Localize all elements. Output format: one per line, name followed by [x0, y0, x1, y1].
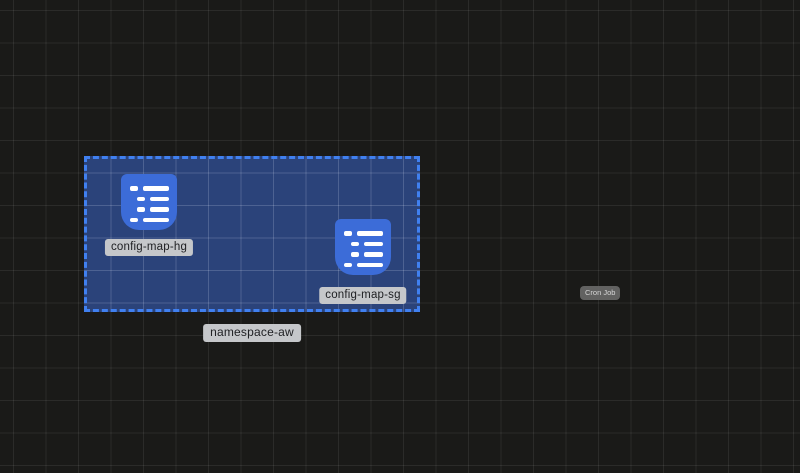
cron-job-label[interactable]: Cron Job: [580, 286, 620, 300]
config-map-icon-glyph-row: [130, 218, 169, 223]
glyph-line: [150, 207, 169, 212]
glyph-dash: [137, 197, 145, 202]
config-map-icon-glyph-row: [130, 186, 169, 191]
node-label[interactable]: config-map-sg: [319, 287, 406, 304]
glyph-dash: [130, 218, 138, 223]
glyph-line: [357, 263, 383, 268]
diagram-canvas[interactable]: config-map-hg: [0, 0, 800, 473]
config-map-icon-glyph-row: [344, 231, 383, 236]
glyph-dash: [344, 263, 352, 268]
node-config-map-hg[interactable]: config-map-hg: [121, 174, 177, 230]
glyph-dash: [137, 207, 145, 212]
glyph-dash: [130, 186, 138, 191]
glyph-line: [364, 242, 383, 247]
config-map-icon[interactable]: [335, 219, 391, 275]
config-map-icon[interactable]: [121, 174, 177, 230]
glyph-line: [143, 218, 169, 223]
glyph-line: [143, 186, 169, 191]
config-map-icon-glyph-row: [130, 197, 169, 202]
config-map-icon-glyph-row: [130, 207, 169, 212]
glyph-line: [364, 252, 383, 257]
glyph-line: [357, 231, 383, 236]
config-map-icon-glyph-row: [344, 242, 383, 247]
namespace-group[interactable]: config-map-hg: [84, 156, 420, 312]
node-config-map-sg[interactable]: config-map-sg: [335, 219, 391, 275]
glyph-line: [150, 197, 169, 202]
glyph-dash: [344, 231, 352, 236]
glyph-dash: [351, 252, 359, 257]
config-map-icon-glyph-row: [344, 263, 383, 268]
namespace-label[interactable]: namespace-aw: [203, 324, 301, 342]
glyph-dash: [351, 242, 359, 247]
node-label[interactable]: config-map-hg: [105, 239, 193, 256]
config-map-icon-glyph-row: [344, 252, 383, 257]
